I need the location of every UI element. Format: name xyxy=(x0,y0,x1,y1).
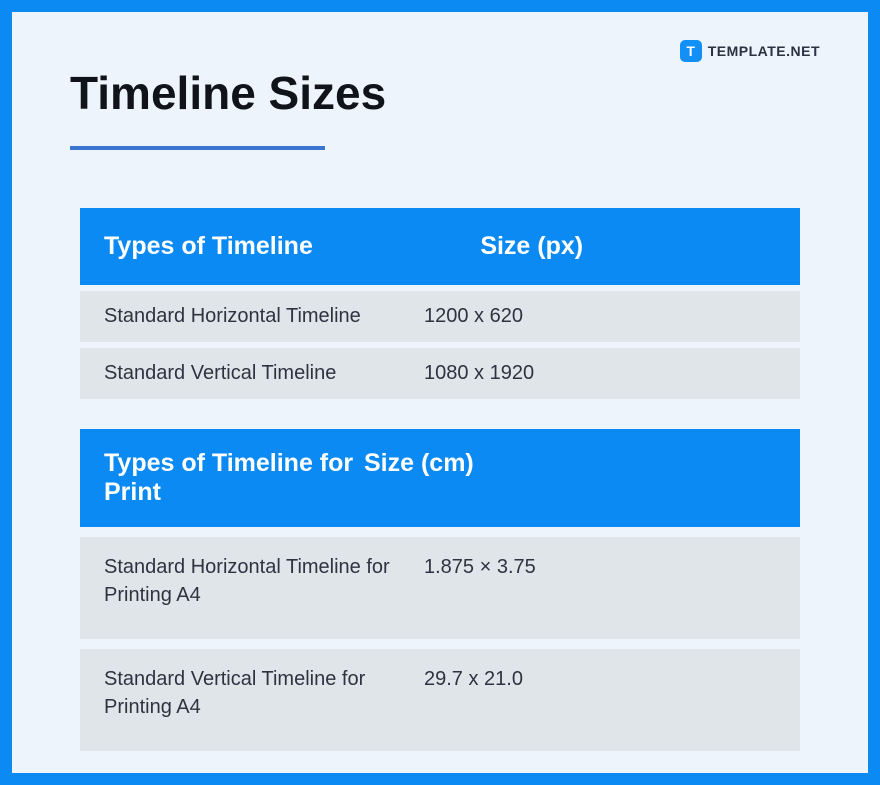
cell-size: 29.7 x 21.0 xyxy=(424,665,776,721)
table-header-row: Types of Timeline for Print Size (cm) xyxy=(80,429,800,527)
header-size: Size (cm) xyxy=(364,449,776,507)
table-header-row: Types of Timeline Size (px) xyxy=(80,208,800,285)
cell-type: Standard Vertical Timeline for Printing … xyxy=(104,665,424,721)
brand-logo: T TEMPLATE.NET xyxy=(680,40,820,62)
header-size: Size (px) xyxy=(480,232,776,261)
cell-size: 1080 x 1920 xyxy=(424,362,776,385)
brand-text: TEMPLATE.NET xyxy=(708,43,820,59)
table-pixel-sizes: Types of Timeline Size (px) Standard Hor… xyxy=(80,208,800,399)
cell-size: 1200 x 620 xyxy=(424,305,776,328)
outer-frame: T TEMPLATE.NET Timeline Sizes Types of T… xyxy=(0,0,880,785)
cell-type: Standard Horizontal Timeline xyxy=(104,305,424,328)
cell-size: 1.875 × 3.75 xyxy=(424,553,776,609)
header-type: Types of Timeline for Print xyxy=(104,449,364,507)
brand-icon: T xyxy=(680,40,702,62)
document-panel: T TEMPLATE.NET Timeline Sizes Types of T… xyxy=(12,12,868,773)
header-type: Types of Timeline xyxy=(104,232,480,261)
table-row: Standard Vertical Timeline for Printing … xyxy=(80,649,800,751)
title-underline xyxy=(70,146,325,150)
cell-type: Standard Horizontal Timeline for Printin… xyxy=(104,553,424,609)
tables-container: Types of Timeline Size (px) Standard Hor… xyxy=(70,208,810,751)
table-row: Standard Horizontal Timeline 1200 x 620 xyxy=(80,291,800,342)
page-title: Timeline Sizes xyxy=(70,66,810,120)
table-row: Standard Horizontal Timeline for Printin… xyxy=(80,537,800,639)
table-row: Standard Vertical Timeline 1080 x 1920 xyxy=(80,348,800,399)
cell-type: Standard Vertical Timeline xyxy=(104,362,424,385)
table-print-sizes: Types of Timeline for Print Size (cm) St… xyxy=(80,429,800,751)
